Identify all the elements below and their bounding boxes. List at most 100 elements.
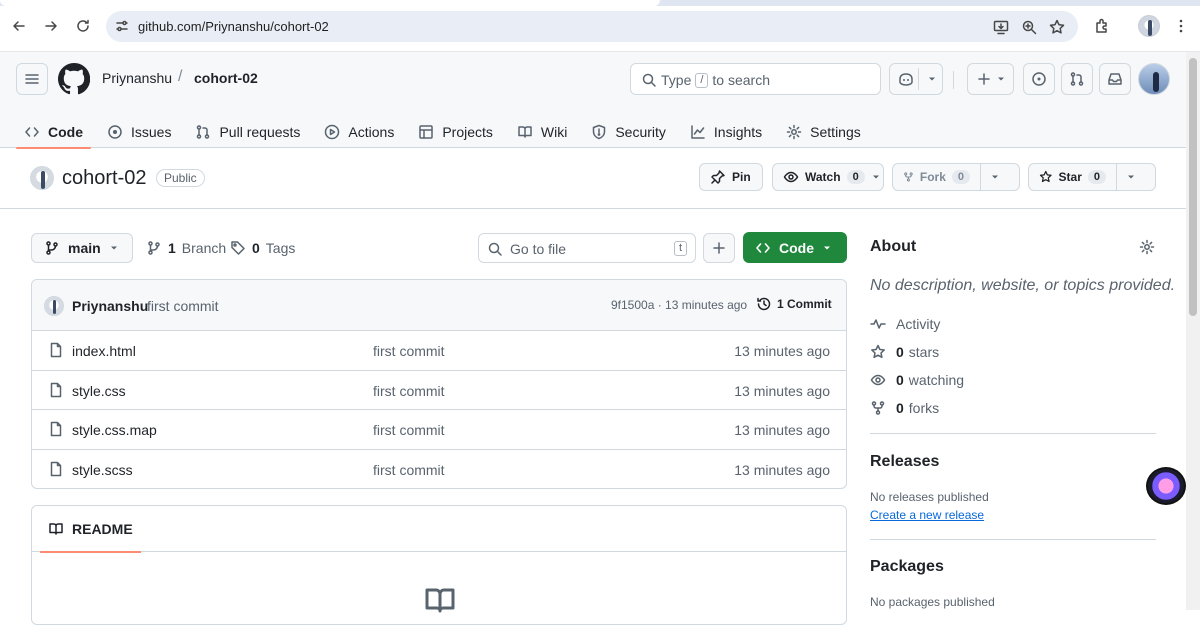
reload-icon[interactable]: [72, 15, 94, 37]
file-commit-message[interactable]: first commit: [373, 462, 445, 478]
fork-button[interactable]: Fork 0: [892, 163, 1020, 191]
tab-pull-requests[interactable]: Pull requests: [187, 116, 308, 148]
commit-author[interactable]: Priynanshu: [72, 298, 148, 314]
play-icon: [325, 124, 340, 140]
file-row[interactable]: index.html first commit 13 minutes ago: [32, 331, 846, 371]
chevron-down-icon[interactable]: [871, 172, 881, 182]
pin-button[interactable]: Pin: [699, 163, 763, 191]
file-name[interactable]: style.css.map: [72, 422, 157, 438]
tag-icon: [231, 241, 245, 255]
fork-icon: [871, 401, 885, 415]
user-avatar[interactable]: [1138, 63, 1170, 95]
menu-icon: [25, 74, 39, 84]
floating-assistant-icon[interactable]: [1146, 467, 1186, 505]
star-button[interactable]: Star 0: [1028, 163, 1156, 191]
owner-link[interactable]: Priynanshu: [102, 70, 172, 86]
go-to-file-placeholder: Go to file: [510, 241, 567, 257]
file-name[interactable]: style.css: [72, 383, 126, 399]
chevron-down-icon: [824, 246, 830, 249]
copilot-button[interactable]: [889, 63, 943, 95]
graph-icon: [691, 125, 705, 139]
file-commit-message[interactable]: first commit: [373, 422, 445, 438]
back-icon[interactable]: [8, 15, 30, 37]
fork-count: 0: [951, 170, 970, 184]
tab-projects[interactable]: Projects: [410, 116, 501, 148]
file-name[interactable]: index.html: [72, 343, 136, 359]
readme-tab[interactable]: README: [40, 506, 141, 553]
tab-issues[interactable]: Issues: [99, 116, 179, 148]
file-name[interactable]: style.scss: [72, 462, 133, 478]
inbox-button[interactable]: [1099, 63, 1131, 95]
gear-icon[interactable]: [1139, 239, 1155, 255]
bookmark-star-icon[interactable]: [1048, 18, 1066, 36]
tab-label: Settings: [810, 124, 861, 140]
code-dropdown-button[interactable]: Code: [743, 232, 847, 263]
branch-icon: [46, 241, 58, 255]
tab-security[interactable]: Security: [583, 116, 674, 148]
file-commit-message[interactable]: first commit: [373, 383, 445, 399]
activity-label: Activity: [896, 316, 941, 332]
install-app-icon[interactable]: [992, 18, 1010, 36]
pull-requests-button[interactable]: [1061, 63, 1093, 95]
file-row[interactable]: style.css.map first commit 13 minutes ag…: [32, 410, 846, 450]
stars-link[interactable]: 0 stars: [870, 344, 939, 360]
browser-menu-icon[interactable]: [1170, 15, 1192, 37]
search-input[interactable]: Type / to search: [630, 63, 881, 95]
forks-link[interactable]: 0 forks: [870, 400, 939, 416]
add-file-button[interactable]: [703, 233, 735, 263]
branch-name: main: [68, 240, 101, 256]
chevron-down-icon[interactable]: [990, 172, 1000, 182]
releases-heading[interactable]: Releases: [870, 453, 939, 471]
site-settings-icon[interactable]: [114, 18, 130, 34]
branches-link[interactable]: 1 Branch: [146, 240, 226, 256]
extensions-icon[interactable]: [1091, 15, 1113, 37]
tab-actions[interactable]: Actions: [316, 116, 402, 148]
tab-insights[interactable]: Insights: [682, 116, 770, 148]
readme-label: README: [72, 521, 133, 537]
watch-label: Watch: [805, 170, 841, 184]
chevron-down-icon: [110, 246, 117, 250]
sidebar-divider: [870, 539, 1156, 540]
github-logo-icon[interactable]: [58, 63, 90, 95]
browser-toolbar: github.com/Priynanshu/cohort-02: [0, 0, 1200, 52]
repo-title[interactable]: cohort-02: [62, 167, 147, 190]
tab-label: Projects: [442, 124, 493, 140]
browser-profile-avatar[interactable]: [1138, 15, 1160, 37]
commit-message[interactable]: first commit: [147, 298, 219, 314]
tab-code[interactable]: Code: [16, 116, 91, 149]
zoom-icon[interactable]: [1020, 18, 1038, 36]
code-button-label: Code: [779, 239, 814, 256]
forward-icon[interactable]: [40, 15, 62, 37]
search-shortcut-key: /: [695, 72, 709, 88]
commit-author-avatar[interactable]: [44, 296, 64, 316]
branch-icon: [148, 241, 160, 255]
tab-label: Wiki: [540, 124, 568, 140]
search-placeholder: Type / to search: [661, 72, 771, 88]
watching-link[interactable]: 0 watching: [870, 372, 964, 388]
file-row[interactable]: style.scss first commit 13 minutes ago: [32, 450, 846, 489]
hamburger-menu-button[interactable]: [16, 63, 48, 95]
file-row[interactable]: style.css first commit 13 minutes ago: [32, 371, 846, 410]
plus-icon: [977, 73, 990, 85]
visibility-badge: Public: [156, 169, 205, 187]
tab-wiki[interactable]: Wiki: [509, 116, 575, 148]
go-to-file-input[interactable]: Go to file t: [478, 233, 696, 263]
branch-selector[interactable]: main: [31, 233, 133, 263]
activity-link[interactable]: Activity: [870, 316, 940, 332]
chevron-down-icon[interactable]: [1126, 172, 1136, 182]
copilot-icon: [899, 73, 913, 86]
commit-history-link[interactable]: 1 Commit: [756, 296, 832, 312]
watch-button[interactable]: Watch 0: [772, 163, 884, 191]
tags-link[interactable]: 0 Tags: [230, 240, 295, 256]
packages-heading[interactable]: Packages: [870, 558, 944, 576]
commit-sha-time[interactable]: 9f1500a · 13 minutes ago: [611, 298, 747, 312]
file-commit-message[interactable]: first commit: [373, 343, 445, 359]
tab-settings[interactable]: Settings: [778, 116, 869, 148]
create-new-button[interactable]: [967, 63, 1014, 95]
repo-link[interactable]: cohort-02: [194, 70, 258, 86]
scrollbar-thumb[interactable]: [1189, 58, 1197, 316]
issues-button[interactable]: [1023, 63, 1055, 95]
readme-panel: README: [31, 505, 847, 625]
address-bar[interactable]: github.com/Priynanshu/cohort-02: [106, 11, 1078, 42]
create-release-link[interactable]: Create a new release: [870, 508, 984, 522]
